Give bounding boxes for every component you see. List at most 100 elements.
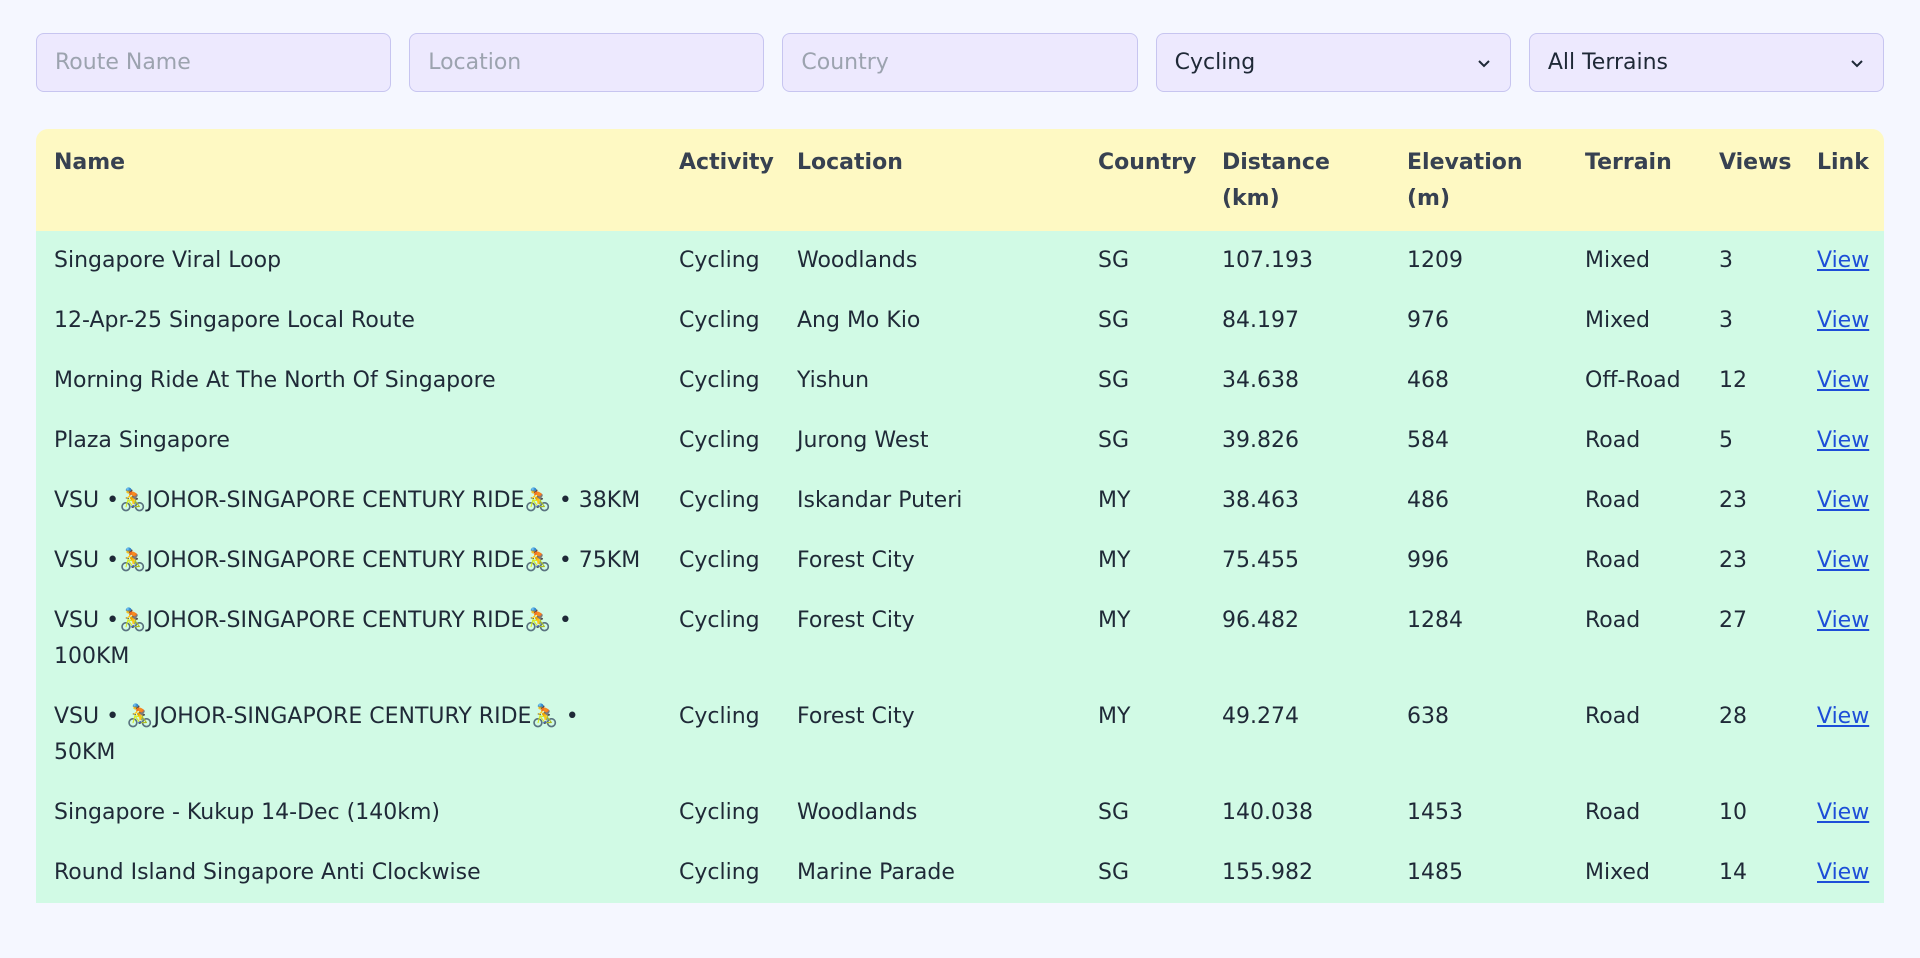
column-header-name[interactable]: Name	[36, 129, 661, 231]
distance-cell: 84.197	[1222, 308, 1299, 333]
page: Cycling All Terrains Name	[0, 0, 1920, 903]
terrain-select-value: All Terrains	[1547, 50, 1669, 75]
country-input[interactable]	[782, 33, 1138, 92]
country-cell: SG	[1098, 800, 1130, 825]
view-link[interactable]: View	[1817, 704, 1869, 729]
terrain-cell: Mixed	[1585, 248, 1650, 273]
column-header-country[interactable]: Country	[1080, 129, 1204, 231]
views-cell: 27	[1719, 608, 1747, 633]
elevation-cell: 1284	[1407, 608, 1463, 633]
view-link[interactable]: View	[1817, 488, 1869, 513]
elevation-cell: 584	[1407, 428, 1449, 453]
table-body: Singapore Viral Loop Cycling Woodlands S…	[36, 231, 1884, 903]
distance-cell: 49.274	[1222, 704, 1299, 729]
elevation-cell: 468	[1407, 368, 1449, 393]
column-header-views[interactable]: Views	[1701, 129, 1799, 231]
route-name-input[interactable]	[36, 33, 392, 92]
route-name-cell: VSU •🚴JOHOR-SINGAPORE CENTURY RIDE🚴 • 75…	[54, 548, 641, 573]
location-cell: Iskandar Puteri	[797, 488, 963, 513]
route-name-cell: 12-Apr-25 Singapore Local Route	[54, 308, 415, 333]
distance-cell: 34.638	[1222, 368, 1299, 393]
distance-cell: 39.826	[1222, 428, 1299, 453]
elevation-cell: 1209	[1407, 248, 1463, 273]
link-cell: View	[1799, 411, 1884, 471]
views-cell: 12	[1719, 368, 1747, 393]
column-header-activity[interactable]: Activity	[661, 129, 779, 231]
distance-cell: 96.482	[1222, 608, 1299, 633]
column-header-terrain[interactable]: Terrain	[1567, 129, 1701, 231]
header-row: Name Activity Location Country Distance …	[36, 129, 1884, 231]
table-row: 12-Apr-25 Singapore Local Route Cycling …	[36, 291, 1884, 351]
table-row: Morning Ride At The North Of Singapore C…	[36, 351, 1884, 411]
link-cell: View	[1799, 531, 1884, 591]
terrain-cell: Mixed	[1585, 860, 1650, 885]
activity-cell: Cycling	[679, 308, 760, 333]
location-cell: Forest City	[797, 704, 915, 729]
link-cell: View	[1799, 231, 1884, 291]
elevation-cell: 996	[1407, 548, 1449, 573]
country-cell: SG	[1098, 248, 1130, 273]
view-link[interactable]: View	[1817, 428, 1869, 453]
location-input[interactable]	[409, 33, 765, 92]
views-cell: 23	[1719, 488, 1747, 513]
view-link[interactable]: View	[1817, 608, 1869, 633]
link-cell: View	[1799, 471, 1884, 531]
view-link[interactable]: View	[1817, 308, 1869, 333]
elevation-cell: 1453	[1407, 800, 1463, 825]
view-link[interactable]: View	[1817, 860, 1869, 885]
route-name-cell: Singapore - Kukup 14-Dec (140km)	[54, 800, 440, 825]
view-link[interactable]: View	[1817, 800, 1869, 825]
country-cell: SG	[1098, 308, 1130, 333]
location-cell: Forest City	[797, 548, 915, 573]
activity-cell: Cycling	[679, 548, 760, 573]
activity-cell: Cycling	[679, 428, 760, 453]
activity-select[interactable]: Cycling	[1155, 33, 1511, 92]
terrain-select[interactable]: All Terrains	[1528, 33, 1885, 92]
terrain-cell: Road	[1585, 548, 1641, 573]
activity-cell: Cycling	[679, 368, 760, 393]
column-header-elevation[interactable]: Elevation (m)	[1389, 129, 1567, 231]
views-cell: 3	[1719, 248, 1733, 273]
route-name-cell: VSU •🚴JOHOR-SINGAPORE CENTURY RIDE🚴 • 38…	[54, 488, 641, 513]
distance-cell: 75.455	[1222, 548, 1299, 573]
table-row: Singapore - Kukup 14-Dec (140km) Cycling…	[36, 783, 1884, 843]
views-cell: 10	[1719, 800, 1747, 825]
terrain-cell: Road	[1585, 608, 1641, 633]
terrain-cell: Road	[1585, 704, 1641, 729]
country-cell: MY	[1098, 548, 1131, 573]
table-row: VSU •🚴JOHOR-SINGAPORE CENTURY RIDE🚴 • 75…	[36, 531, 1884, 591]
elevation-cell: 638	[1407, 704, 1449, 729]
terrain-cell: Off-Road	[1585, 368, 1681, 393]
table-row: Round Island Singapore Anti Clockwise Cy…	[36, 843, 1884, 903]
table-row: VSU •🚴JOHOR-SINGAPORE CENTURY RIDE🚴 • 10…	[36, 591, 1884, 687]
view-link[interactable]: View	[1817, 368, 1869, 393]
chevron-down-icon	[1851, 59, 1863, 67]
link-cell: View	[1799, 291, 1884, 351]
view-link[interactable]: View	[1817, 548, 1869, 573]
route-name-cell: Singapore Viral Loop	[54, 248, 282, 273]
location-cell: Ang Mo Kio	[797, 308, 921, 333]
routes-table: Name Activity Location Country Distance …	[36, 129, 1884, 903]
filter-bar: Cycling All Terrains	[36, 33, 1885, 92]
route-name-cell: Morning Ride At The North Of Singapore	[54, 368, 496, 393]
country-cell: MY	[1098, 608, 1131, 633]
column-header-location[interactable]: Location	[779, 129, 1080, 231]
location-cell: Woodlands	[797, 248, 918, 273]
views-cell: 14	[1719, 860, 1747, 885]
distance-cell: 140.038	[1222, 800, 1313, 825]
views-cell: 28	[1719, 704, 1747, 729]
distance-cell: 38.463	[1222, 488, 1299, 513]
link-cell: View	[1799, 783, 1884, 843]
activity-cell: Cycling	[679, 704, 760, 729]
link-cell: View	[1799, 843, 1884, 903]
activity-cell: Cycling	[679, 608, 760, 633]
location-cell: Woodlands	[797, 800, 918, 825]
link-cell: View	[1799, 351, 1884, 411]
view-link[interactable]: View	[1817, 248, 1869, 273]
distance-cell: 107.193	[1222, 248, 1313, 273]
terrain-cell: Road	[1585, 488, 1641, 513]
column-header-distance[interactable]: Distance (km)	[1204, 129, 1389, 231]
column-header-link: Link	[1817, 150, 1869, 175]
terrain-cell: Mixed	[1585, 308, 1650, 333]
terrain-cell: Road	[1585, 800, 1641, 825]
